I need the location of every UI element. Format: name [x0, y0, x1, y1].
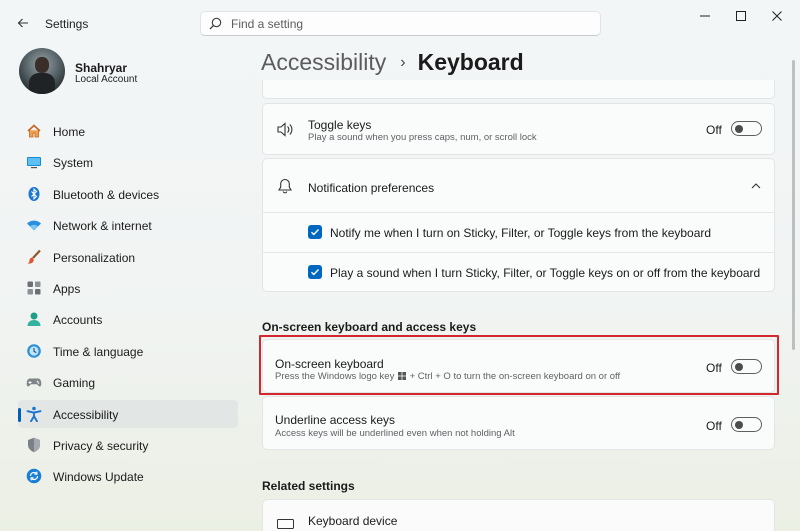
sound-option-row[interactable]: Play a sound when I turn Sticky, Filter,… — [263, 253, 774, 292]
breadcrumb-separator-icon: › — [400, 54, 406, 71]
keyboard-device-card[interactable]: Keyboard device — [262, 499, 775, 531]
sidebar-item-privacy-security[interactable]: Privacy & security — [18, 431, 238, 459]
clock-globe-icon — [27, 343, 41, 358]
scrollbar[interactable] — [792, 60, 795, 350]
notification-preferences-card: Notification preferences Notify me when … — [262, 158, 775, 292]
bluetooth-icon — [28, 186, 40, 201]
sidebar-item-label: Gaming — [53, 376, 96, 391]
onscreen-keyboard-state: Off — [706, 361, 722, 375]
underline-access-keys-title: Underline access keys — [275, 413, 396, 427]
sidebar-item-accounts[interactable]: Accounts — [18, 305, 238, 333]
sidebar-nav: Home System Bluetooth & devices Network … — [18, 117, 238, 494]
checkmark-icon — [311, 269, 320, 276]
toggle-keys-description: Play a sound when you press caps, num, o… — [308, 132, 537, 143]
bell-icon — [278, 178, 292, 194]
search-input[interactable] — [231, 15, 591, 33]
sidebar-item-time-language[interactable]: Time & language — [18, 337, 238, 365]
accessibility-icon — [26, 406, 42, 422]
sidebar-item-windows-update[interactable]: Windows Update — [18, 462, 238, 490]
sidebar-item-bluetooth[interactable]: Bluetooth & devices — [18, 180, 238, 208]
sidebar-item-home[interactable]: Home — [18, 117, 238, 145]
sidebar-item-label: Home — [53, 125, 86, 139]
chevron-up-icon — [751, 183, 761, 189]
gamepad-icon — [26, 378, 42, 387]
sidebar-item-label: Apps — [53, 281, 81, 296]
close-button[interactable] — [762, 8, 792, 26]
keyboard-icon — [277, 519, 294, 529]
toggle-keys-switch[interactable] — [731, 121, 762, 136]
settings-window: Settings Shahryar Local Account — [0, 0, 800, 531]
maximize-button[interactable] — [726, 8, 756, 26]
shield-icon — [28, 437, 40, 453]
underline-access-keys-card[interactable]: Underline access keys Access keys will b… — [262, 396, 775, 450]
toggle-keys-title: Toggle keys — [308, 118, 372, 132]
notify-checkbox[interactable] — [308, 225, 322, 239]
profile-account-type: Local Account — [75, 74, 138, 85]
onscreen-keyboard-switch[interactable] — [731, 359, 762, 374]
breadcrumb: Accessibility › Keyboard — [261, 49, 524, 76]
underline-access-keys-switch[interactable] — [731, 417, 762, 432]
windows-logo-icon — [397, 372, 406, 380]
wifi-icon — [27, 220, 41, 231]
sidebar-item-label: Network & internet — [53, 219, 152, 234]
notify-option-row[interactable]: Notify me when I turn on Sticky, Filter,… — [263, 213, 774, 252]
back-arrow-icon — [17, 18, 28, 28]
brush-icon — [27, 249, 41, 264]
section-heading-onscreen: On-screen keyboard and access keys — [262, 320, 477, 334]
avatar[interactable] — [19, 48, 65, 94]
back-button[interactable] — [14, 14, 32, 32]
page-title: Keyboard — [417, 49, 524, 75]
notification-preferences-title: Notification preferences — [308, 181, 435, 195]
system-icon — [27, 157, 41, 169]
title-bar: Settings — [0, 0, 800, 44]
maximize-icon — [736, 11, 746, 21]
checkmark-icon — [311, 229, 320, 236]
onscreen-keyboard-description: Press the Windows logo key + Ctrl + O to… — [275, 371, 621, 382]
sidebar-item-label: Windows Update — [53, 470, 144, 485]
sidebar-item-label: Accessibility — [53, 407, 119, 422]
profile-name: Shahryar — [75, 61, 128, 75]
minimize-icon — [700, 15, 710, 17]
sound-checkbox[interactable] — [308, 265, 322, 279]
underline-access-keys-state: Off — [706, 419, 722, 433]
breadcrumb-parent[interactable]: Accessibility — [261, 49, 386, 75]
update-icon — [26, 468, 42, 484]
onscreen-keyboard-title: On-screen keyboard — [275, 357, 384, 371]
notification-preferences-header[interactable]: Notification preferences — [263, 159, 774, 212]
sidebar-item-accessibility[interactable]: Accessibility — [18, 399, 238, 428]
notify-option-label: Notify me when I turn on Sticky, Filter,… — [330, 226, 712, 240]
sound-option-label: Play a sound when I turn Sticky, Filter,… — [330, 266, 761, 280]
toggle-keys-state: Off — [706, 123, 722, 137]
underline-access-keys-description: Access keys will be underlined even when… — [275, 428, 515, 439]
minimize-button[interactable] — [690, 8, 720, 26]
keyboard-device-label: Keyboard device — [308, 514, 398, 528]
onscreen-keyboard-card[interactable]: On-screen keyboard Press the Windows log… — [262, 339, 775, 393]
section-heading-related: Related settings — [262, 479, 355, 493]
search-box[interactable] — [200, 11, 601, 36]
sidebar-item-network[interactable]: Network & internet — [18, 211, 238, 239]
sidebar-item-gaming[interactable]: Gaming — [18, 368, 238, 396]
search-icon — [209, 17, 222, 30]
sidebar-item-label: Time & language — [53, 344, 144, 359]
sidebar-item-label: Personalization — [53, 250, 136, 265]
app-title: Settings — [45, 17, 89, 31]
apps-icon — [27, 281, 41, 295]
sidebar-item-system[interactable]: System — [18, 148, 238, 176]
sidebar-item-apps[interactable]: Apps — [18, 274, 238, 302]
speaker-icon — [277, 122, 293, 137]
close-icon — [772, 11, 782, 21]
home-icon — [27, 124, 41, 138]
sidebar-item-label: Bluetooth & devices — [53, 187, 160, 202]
accounts-icon — [27, 312, 41, 327]
sidebar-item-label: Privacy & security — [53, 438, 149, 453]
previous-settings-card — [262, 80, 775, 99]
toggle-keys-card[interactable]: Toggle keys Play a sound when you press … — [262, 103, 775, 155]
sidebar-item-label: System — [53, 156, 94, 171]
sidebar-item-label: Accounts — [53, 313, 103, 328]
sidebar-item-personalization[interactable]: Personalization — [18, 243, 238, 271]
